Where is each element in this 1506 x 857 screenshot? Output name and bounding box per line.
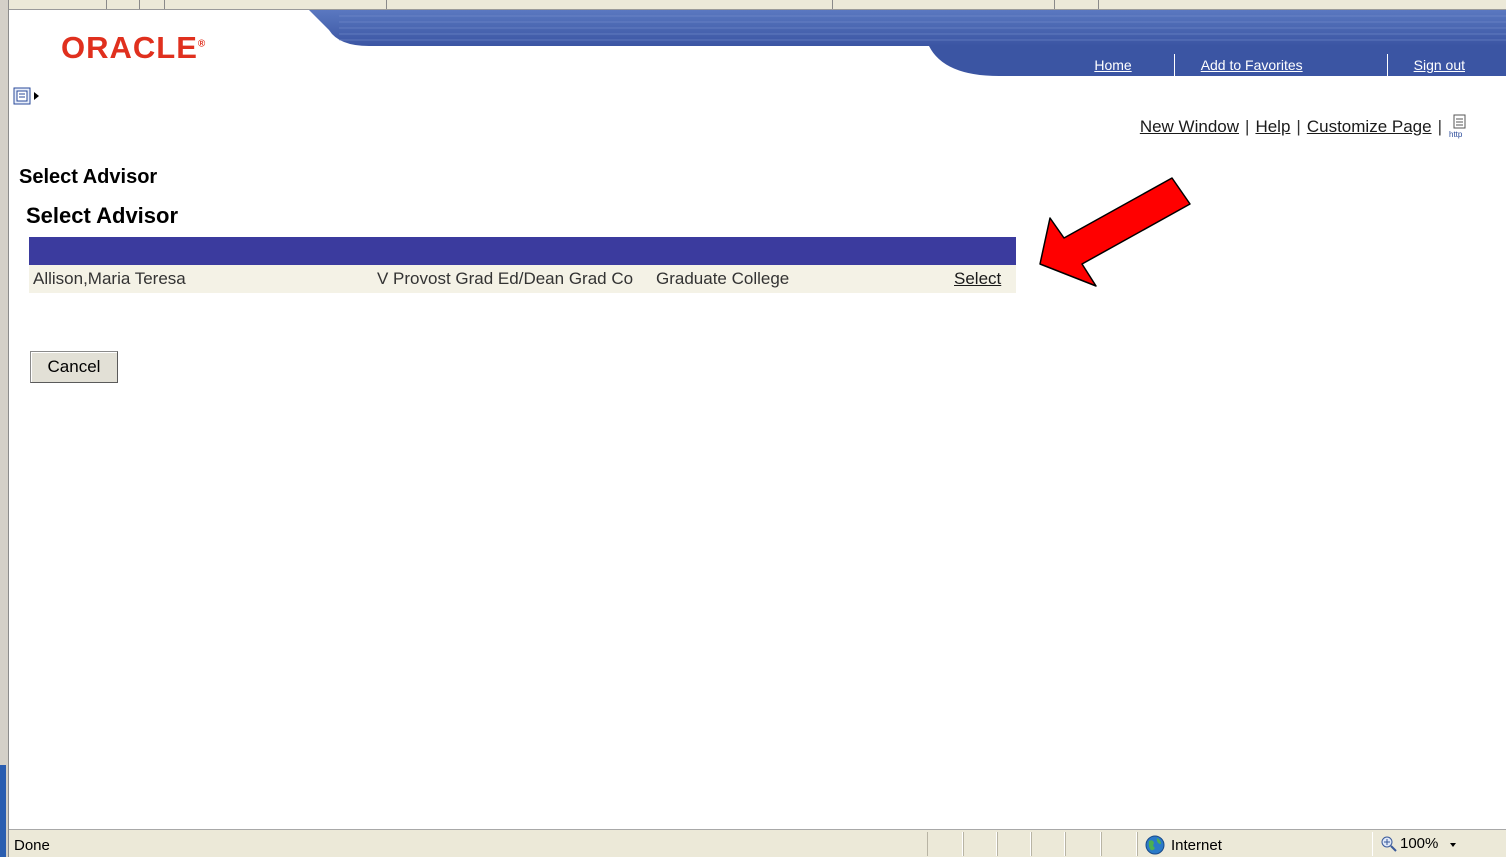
globe-icon [1145,835,1165,855]
chevron-down-icon[interactable] [1441,837,1457,851]
zone-label: Internet [1171,836,1222,854]
nav-add-to-favorites-link[interactable]: Add to Favorites [1175,57,1317,73]
security-zone: Internet [1145,835,1222,855]
menu-toggle-icon[interactable] [13,87,47,105]
separator: | [1437,117,1442,136]
cancel-button[interactable]: Cancel [30,351,118,383]
zoom-control[interactable]: 100% [1381,835,1457,852]
table-row: Allison,Maria Teresa V Provost Grad Ed/D… [29,265,1016,293]
help-link[interactable]: Help [1255,117,1290,137]
customize-page-link[interactable]: Customize Page [1307,117,1432,137]
http-link-icon[interactable]: http [1448,114,1470,140]
advisor-name: Allison,Maria Teresa [33,269,186,288]
zoom-level: 100% [1400,835,1439,852]
oracle-logo: ORACLE® [61,30,207,65]
grid-header [29,237,1016,265]
separator: | [1245,117,1250,136]
advisor-title: V Provost Grad Ed/Dean Grad Co [377,269,634,288]
status-bar: Done Internet 100% [9,829,1506,857]
svg-text:http: http [1449,130,1463,139]
new-window-link[interactable]: New Window [1140,117,1239,137]
select-advisor-link[interactable]: Select [954,269,1001,289]
page-actions: New Window | Help | Customize Page | htt… [1140,114,1470,140]
separator: | [1296,117,1301,136]
status-text: Done [14,837,50,854]
window-left-edge [0,0,9,857]
nav-sign-out-link[interactable]: Sign out [1388,57,1506,73]
browser-tab-strip [9,0,1506,10]
browser-window: ORACLE® Home Add to Favorites Sign out N… [0,0,1506,857]
annotation-arrow-icon [1039,177,1191,287]
page-title: Select Advisor [19,166,158,188]
advisor-department: Graduate College [656,269,790,288]
header-banner: ORACLE® Home Add to Favorites Sign out [9,10,1506,76]
page-subtitle: Select Advisor [26,203,179,228]
magnifier-icon [1381,836,1397,852]
top-nav: Home Add to Favorites Sign out [1082,54,1506,76]
nav-home-link[interactable]: Home [1082,57,1143,73]
